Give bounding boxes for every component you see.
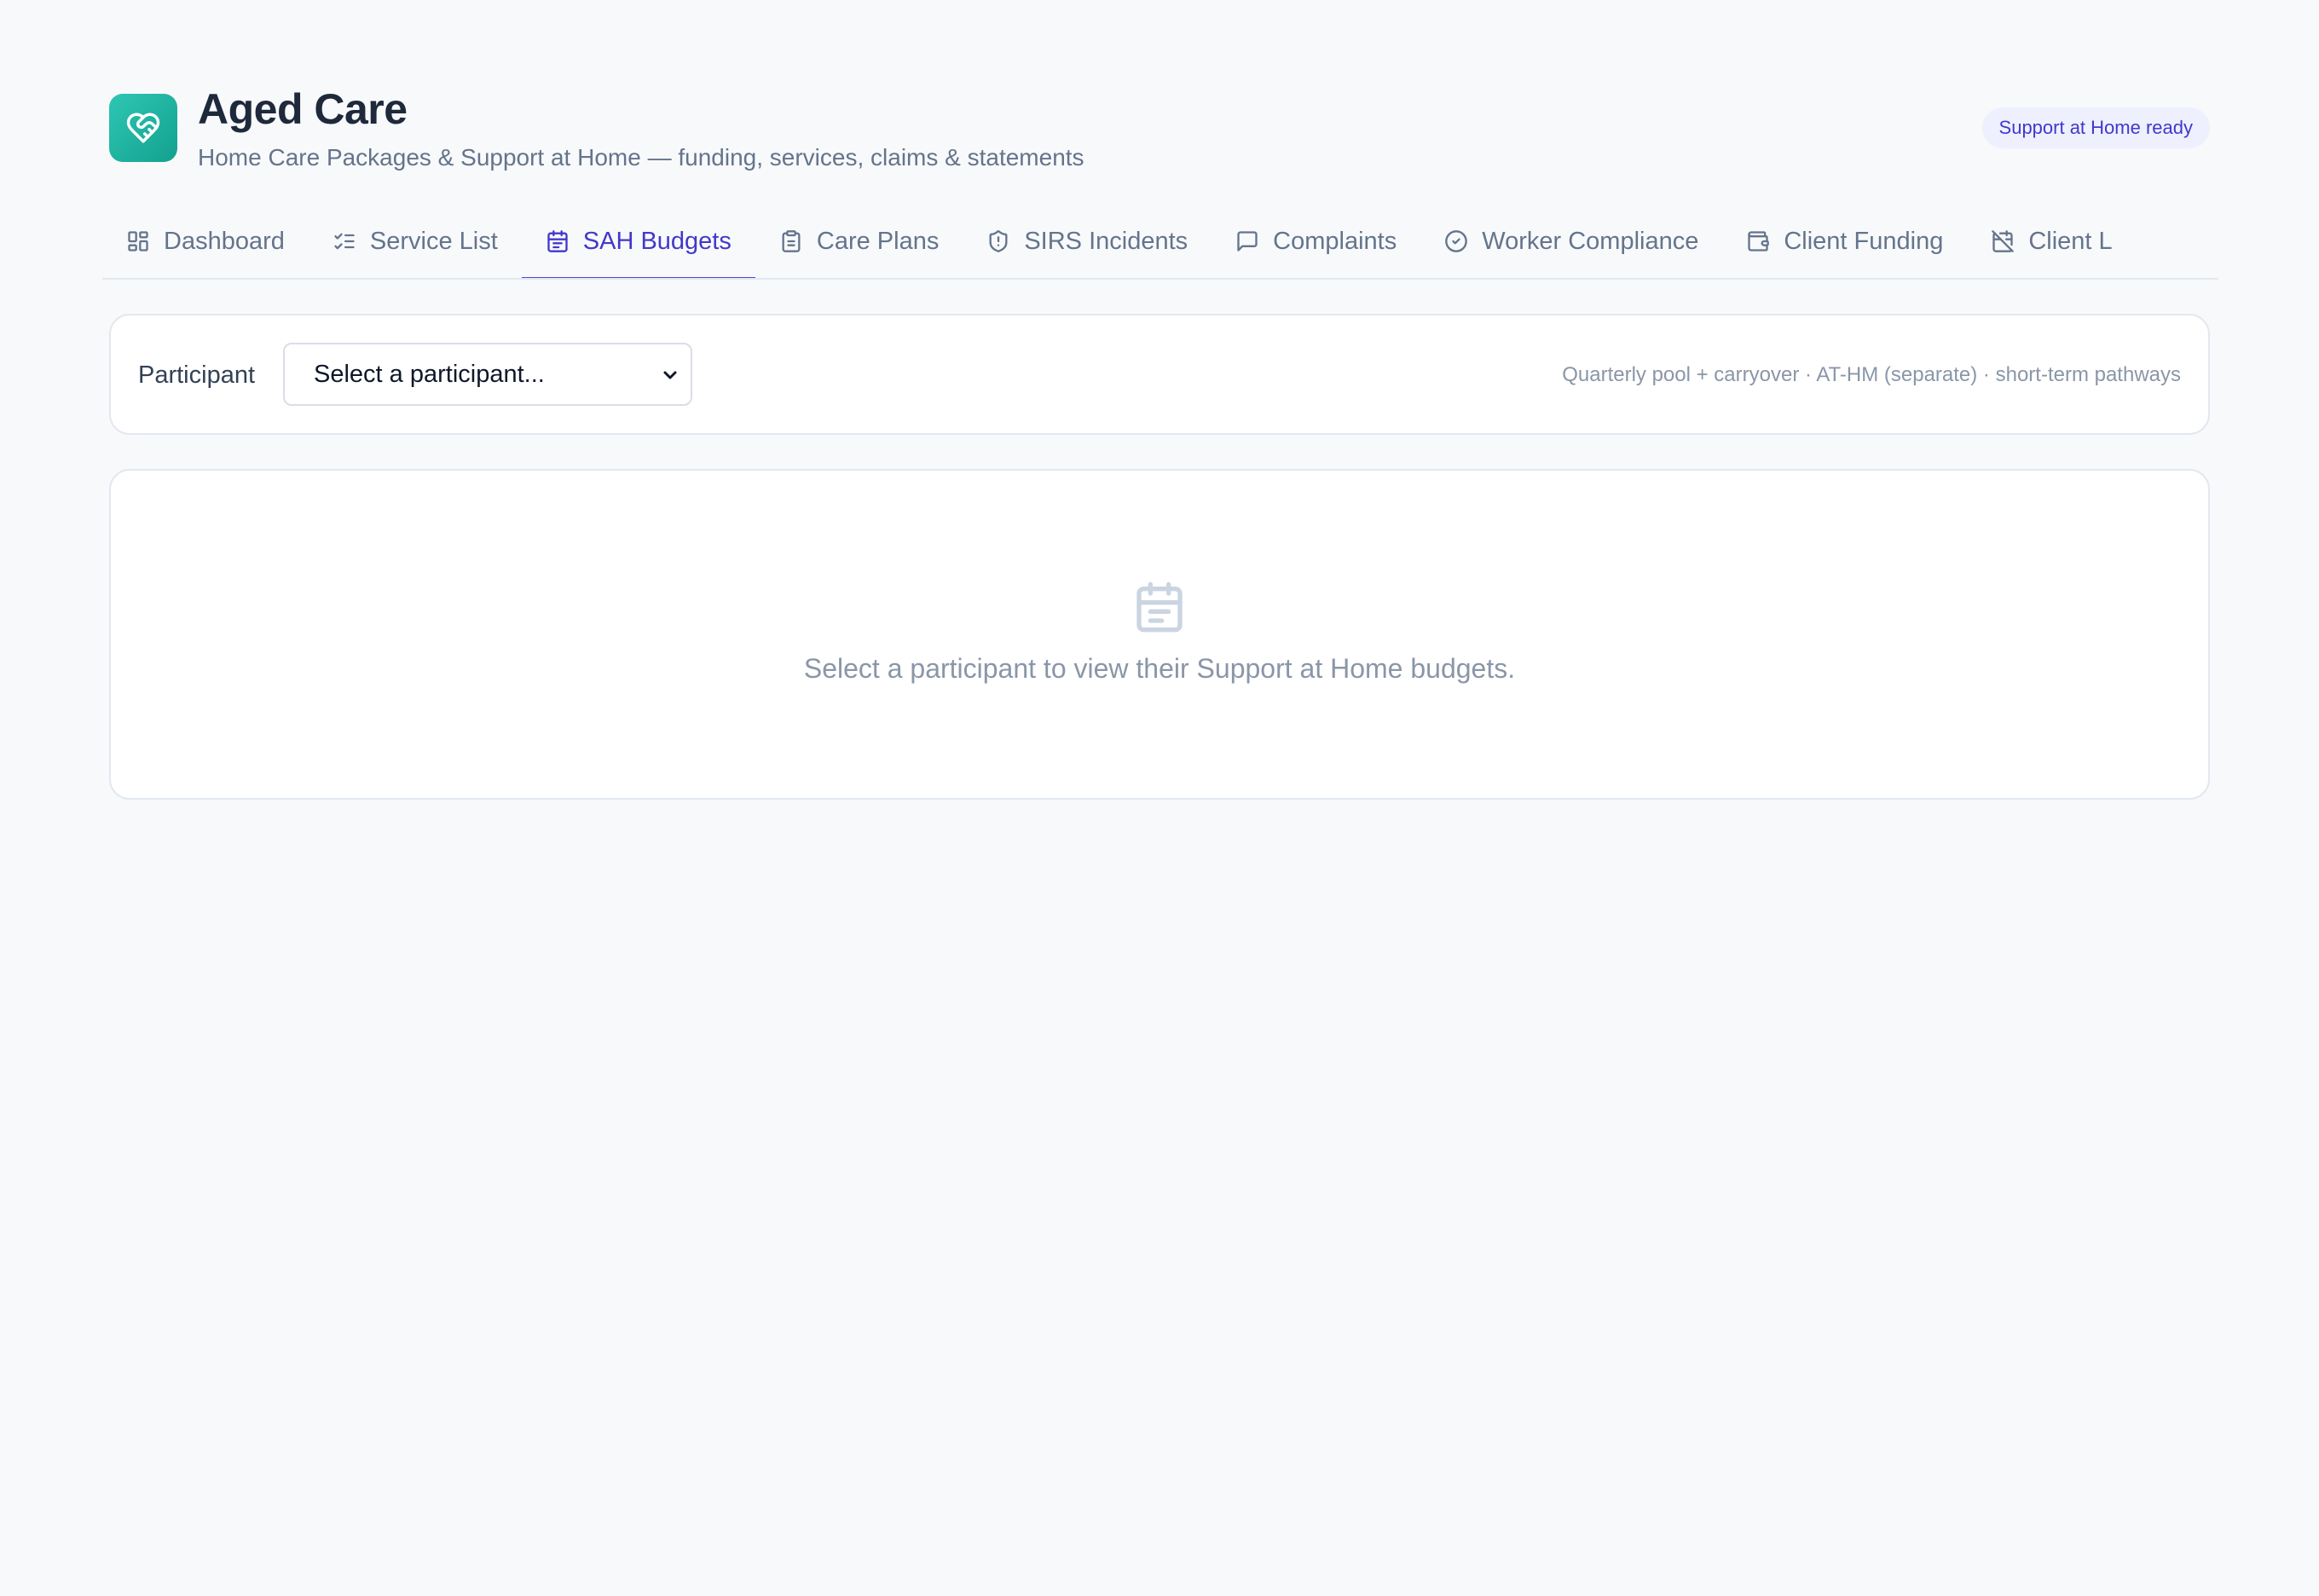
tab-label: Worker Compliance	[1482, 227, 1699, 255]
empty-state-message: Select a participant to view their Suppo…	[803, 653, 1516, 684]
app-title: Aged Care	[198, 85, 408, 133]
wallet-icon	[1748, 231, 1770, 252]
empty-state-card: Select a participant to view their Suppo…	[109, 469, 2210, 800]
participant-select[interactable]: Select a participant...	[283, 343, 692, 406]
tab-label: SIRS Incidents	[1024, 227, 1188, 255]
calendar-icon	[547, 230, 568, 252]
chevron-down-icon	[663, 371, 677, 379]
tab-sah-budgets[interactable]: SAH Budgets	[521, 205, 755, 278]
tab-label: Complaints	[1273, 227, 1397, 255]
app-header: Aged Care Home Care Packages & Support a…	[109, 85, 2210, 188]
calendar-off-icon	[1992, 230, 2015, 252]
tab-bar: Dashboard Service List SAH Budgets Care …	[102, 205, 2218, 280]
tab-client-leave[interactable]: Client L	[1967, 205, 2136, 278]
tab-label: Client Funding	[1784, 227, 1944, 255]
page: Aged Care Home Care Packages & Support a…	[102, 85, 2218, 800]
tab-list: Dashboard Service List SAH Budgets Care …	[102, 205, 2218, 278]
heart-handshake-icon	[126, 113, 160, 143]
tab-worker-compliance[interactable]: Worker Compliance	[1420, 205, 1722, 278]
status-badge: Support at Home ready	[1981, 107, 2210, 148]
list-checks-icon	[334, 233, 355, 250]
tab-label: Service List	[369, 227, 498, 255]
circle-check-icon	[1445, 230, 1468, 252]
layout-grid-icon	[128, 231, 148, 252]
budget-info-hint: Quarterly pool + carryover · AT-HM (sepa…	[1562, 363, 2181, 386]
tab-label: Dashboard	[164, 227, 285, 255]
tab-service-list[interactable]: Service List	[309, 205, 522, 278]
tab-sirs-incidents[interactable]: SIRS Incidents	[963, 205, 1212, 278]
calendar-icon	[1136, 581, 1183, 633]
clipboard-icon	[782, 230, 801, 252]
tab-care-plans[interactable]: Care Plans	[755, 205, 963, 278]
tab-label: Care Plans	[816, 227, 940, 255]
app-subtitle: Home Care Packages & Support at Home — f…	[198, 144, 1084, 171]
tab-label: SAH Budgets	[582, 227, 732, 255]
tab-dashboard[interactable]: Dashboard	[102, 205, 309, 278]
app-logo	[109, 94, 177, 162]
shield-alert-icon	[989, 230, 1008, 252]
participant-label: Participant	[138, 361, 256, 389]
tab-label: Client L	[2028, 227, 2113, 255]
message-square-icon	[1237, 231, 1258, 252]
tab-complaints[interactable]: Complaints	[1212, 205, 1420, 278]
title-block: Aged Care Home Care Packages & Support a…	[198, 85, 1084, 172]
participant-select-value: Select a participant...	[314, 360, 545, 388]
tab-client-funding[interactable]: Client Funding	[1722, 205, 1967, 278]
participant-filter-card: Participant Select a participant... Quar…	[109, 314, 2210, 435]
